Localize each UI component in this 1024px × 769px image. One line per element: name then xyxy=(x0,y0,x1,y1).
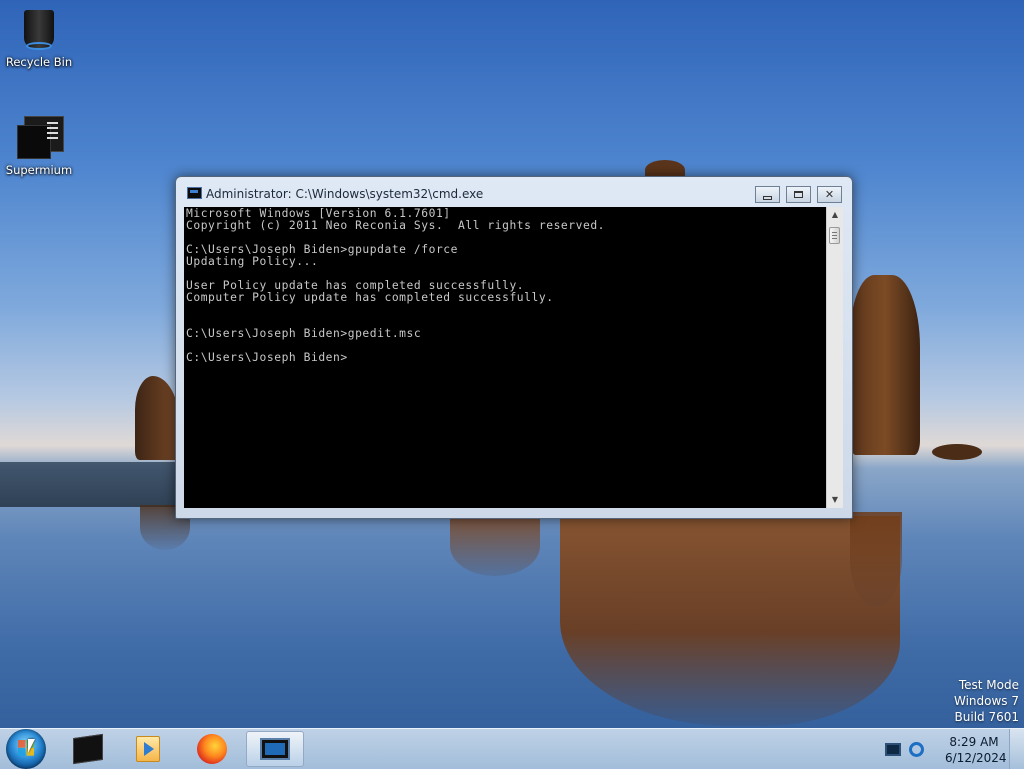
start-button[interactable] xyxy=(6,729,46,769)
wallpaper-beach xyxy=(0,462,180,507)
maximize-button[interactable] xyxy=(786,186,811,203)
minimize-button[interactable] xyxy=(755,186,780,203)
test-mode-watermark: Test Mode Windows 7 Build 7601 xyxy=(954,677,1019,725)
scroll-up-icon[interactable]: ▲ xyxy=(827,207,843,223)
supermium-icon xyxy=(15,116,64,160)
desktop-icon-supermium[interactable]: Supermium xyxy=(1,116,77,177)
wallpaper-rock-small xyxy=(932,444,982,460)
desktop-icon-label: Supermium xyxy=(5,163,73,177)
taskbar-supermium[interactable] xyxy=(60,731,116,767)
close-icon: ✕ xyxy=(824,188,835,201)
console-prompt[interactable]: C:\Users\Joseph Biden> xyxy=(186,352,826,364)
console-output[interactable]: Microsoft Windows [Version 6.1.7601] Cop… xyxy=(184,207,826,508)
cmd-window[interactable]: Administrator: C:\Windows\system32\cmd.e… xyxy=(175,176,853,519)
show-desktop-button[interactable] xyxy=(1009,729,1024,769)
monitor-icon[interactable] xyxy=(885,742,901,756)
scroll-thumb[interactable] xyxy=(829,227,840,244)
console-line: Computer Policy update has completed suc… xyxy=(186,291,554,304)
watermark-line: Windows 7 xyxy=(953,694,1019,708)
wallpaper-reflection xyxy=(560,516,900,726)
minimize-icon xyxy=(763,195,772,200)
ie-icon[interactable] xyxy=(909,741,924,757)
maximize-icon xyxy=(794,191,803,198)
supermium-icon xyxy=(73,733,103,765)
mouse-cursor-icon xyxy=(28,739,35,753)
console-line: Copyright (c) 2011 Neo Reconia Sys. All … xyxy=(186,219,606,232)
desktop-icon-recycle-bin[interactable]: Recycle Bin xyxy=(1,6,77,69)
window-title: Administrator: C:\Windows\system32\cmd.e… xyxy=(206,187,484,201)
firefox-icon xyxy=(197,734,227,764)
taskbar-cmd[interactable] xyxy=(246,731,304,767)
watermark-line: Build 7601 xyxy=(954,710,1019,724)
wallpaper-rock-left xyxy=(135,376,180,460)
window-titlebar[interactable]: Administrator: C:\Windows\system32\cmd.e… xyxy=(176,177,852,207)
cmd-icon xyxy=(187,187,202,199)
clock[interactable]: 8:29 AM 6/12/2024 xyxy=(945,734,1007,766)
recycle-bin-icon xyxy=(21,6,57,52)
taskbar: 8:29 AM 6/12/2024 xyxy=(0,728,1024,769)
taskbar-firefox[interactable] xyxy=(184,731,240,767)
desktop-icon-label: Recycle Bin xyxy=(5,55,73,69)
taskbar-media-player[interactable] xyxy=(120,731,176,767)
media-player-icon xyxy=(136,736,160,762)
clock-date: 6/12/2024 xyxy=(945,751,1007,765)
wallpaper-reflection xyxy=(450,516,540,576)
scroll-down-icon[interactable]: ▼ xyxy=(827,492,843,508)
console-line: C:\Users\Joseph Biden>gpedit.msc xyxy=(186,327,422,340)
close-button[interactable]: ✕ xyxy=(817,186,842,203)
clock-time: 8:29 AM xyxy=(949,735,999,749)
watermark-line: Test Mode xyxy=(958,678,1019,692)
system-tray xyxy=(885,729,932,769)
cmd-icon xyxy=(260,738,290,760)
vertical-scrollbar[interactable]: ▲ ▼ xyxy=(826,207,843,508)
wallpaper-rock-right xyxy=(850,275,920,455)
console-line: Updating Policy... xyxy=(186,255,319,268)
wallpaper-reflection xyxy=(850,512,902,607)
